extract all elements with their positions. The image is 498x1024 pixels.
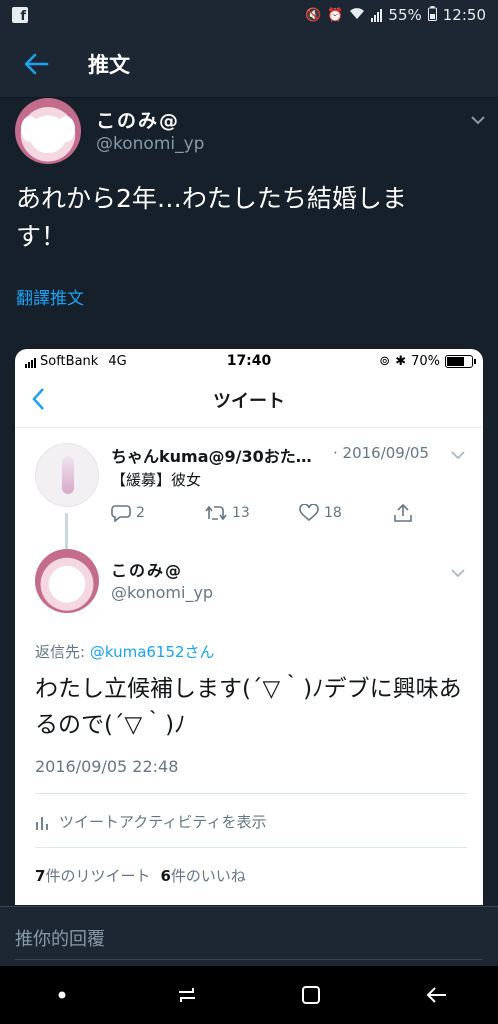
home-icon bbox=[302, 986, 321, 1004]
bluetooth-icon: ✱ bbox=[395, 353, 407, 369]
system-back-button[interactable] bbox=[406, 966, 466, 1024]
embedded-battery-percent: 70% bbox=[411, 353, 440, 369]
thread-line bbox=[65, 513, 68, 549]
dot-icon bbox=[58, 991, 66, 999]
like-button[interactable]: 18 bbox=[299, 503, 393, 523]
battery-percent: 55% bbox=[388, 6, 422, 24]
recent-apps-icon bbox=[178, 988, 195, 1002]
reply-composer: 推你的回覆 bbox=[0, 906, 498, 966]
author-name[interactable]: このみ@ bbox=[96, 106, 180, 133]
retweets-stat[interactable]: 7件のリツイート bbox=[35, 865, 150, 886]
battery-icon bbox=[445, 354, 476, 368]
reply-button[interactable]: 2 bbox=[111, 503, 205, 523]
likes-count: 6 bbox=[160, 867, 171, 885]
retweet-button[interactable]: 13 bbox=[205, 503, 299, 523]
retweets-label: 件のリツイート bbox=[45, 867, 151, 885]
tweet-menu-button[interactable] bbox=[470, 110, 486, 129]
avatar[interactable] bbox=[35, 443, 99, 507]
share-button[interactable] bbox=[393, 503, 483, 523]
avatar[interactable] bbox=[15, 98, 81, 164]
clock: 12:50 bbox=[442, 6, 486, 24]
facebook-icon: f bbox=[12, 7, 28, 23]
embedded-nav-bar: ツイート bbox=[15, 373, 483, 428]
signal-icon bbox=[25, 355, 36, 368]
status-bar: f 🔇 ⏰ 55% 12:50 bbox=[0, 0, 498, 30]
author-name: ちゃんkuma@9/30おた… bbox=[111, 447, 312, 466]
divider bbox=[15, 959, 483, 960]
bar-chart-icon bbox=[36, 816, 48, 830]
reply-to-line: 返信先: @kuma6152さん bbox=[35, 641, 215, 662]
nav-dot-button[interactable] bbox=[32, 966, 92, 1024]
chevron-down-icon bbox=[451, 451, 465, 460]
wifi-icon bbox=[349, 7, 365, 24]
retweets-count: 7 bbox=[35, 867, 46, 885]
tweet-text: 【緩募】彼女 bbox=[111, 471, 202, 489]
tweet-actions: 2 13 18 bbox=[111, 503, 483, 523]
tweet-menu-button[interactable] bbox=[451, 445, 465, 464]
heart-icon bbox=[299, 504, 319, 522]
avatar[interactable] bbox=[35, 549, 99, 613]
signal-icon bbox=[371, 8, 383, 22]
embedded-back-button[interactable] bbox=[31, 387, 45, 415]
translate-tweet-link[interactable]: 翻譯推文 bbox=[16, 284, 84, 309]
chevron-left-icon bbox=[32, 388, 44, 410]
tweet-image[interactable]: SoftBank 4G 17:40 ⊚ ✱ 70% ツイート ちゃんkuma@9… bbox=[15, 349, 483, 905]
tweet-text: あれから2年…わたしたち結婚します！ bbox=[16, 184, 407, 251]
retweet-icon bbox=[205, 505, 227, 521]
battery-icon bbox=[427, 5, 437, 25]
back-arrow-icon bbox=[24, 53, 49, 74]
reply-icon bbox=[111, 505, 131, 522]
back-icon bbox=[426, 987, 446, 1003]
author-handle[interactable]: @konomi_yp bbox=[111, 583, 213, 602]
likes-stat[interactable]: 6件のいいね bbox=[160, 865, 245, 886]
divider bbox=[35, 847, 467, 848]
chevron-down-icon bbox=[451, 569, 465, 578]
carrier-name: SoftBank bbox=[40, 353, 99, 369]
tweet-date: · 2016/09/05 bbox=[333, 444, 429, 462]
share-icon bbox=[394, 503, 412, 522]
divider bbox=[35, 793, 467, 794]
retweet-count: 13 bbox=[232, 505, 250, 521]
alarm-icon: ⏰ bbox=[327, 7, 344, 23]
tweet-activity-link[interactable]: ツイートアクティビティを表示 bbox=[35, 811, 266, 832]
reply-to-label: 返信先: bbox=[35, 643, 86, 661]
embedded-status-bar: SoftBank 4G 17:40 ⊚ ✱ 70% bbox=[15, 349, 483, 373]
home-button[interactable] bbox=[281, 966, 341, 1024]
tweet-timestamp: 2016/09/05 22:48 bbox=[35, 757, 179, 776]
embedded-title: ツイート bbox=[213, 391, 285, 412]
activity-label: ツイートアクティビティを表示 bbox=[59, 813, 267, 831]
tweet-text: わたし立候補します(´▽｀)ﾉデブに興味あるので(´▽｀)ﾉ bbox=[35, 676, 462, 738]
app-header: 推文 bbox=[0, 30, 498, 98]
reply-count: 2 bbox=[136, 505, 145, 521]
network-type: 4G bbox=[108, 353, 127, 369]
tweet-stats: 7件のリツイート 6件のいいね bbox=[35, 865, 246, 886]
system-nav-bar bbox=[0, 966, 498, 1024]
reply-to-user-link[interactable]: @kuma6152さん bbox=[90, 643, 215, 661]
author-handle[interactable]: @konomi_yp bbox=[96, 134, 204, 154]
chevron-down-icon bbox=[471, 116, 485, 125]
reply-input[interactable]: 推你的回覆 bbox=[15, 925, 105, 951]
author-name[interactable]: このみ@ bbox=[111, 557, 183, 581]
back-button[interactable] bbox=[0, 30, 72, 98]
likes-label: 件のいいね bbox=[170, 867, 246, 885]
page-title: 推文 bbox=[88, 52, 130, 77]
mute-icon: 🔇 bbox=[305, 7, 322, 23]
like-count: 18 bbox=[324, 505, 342, 521]
status-indicators: 🔇 ⏰ 55% 12:50 bbox=[305, 5, 486, 25]
recent-apps-button[interactable] bbox=[157, 966, 217, 1024]
rotation-lock-icon: ⊚ bbox=[379, 353, 391, 369]
embedded-status-indicators: ⊚ ✱ 70% bbox=[379, 353, 476, 369]
tweet-menu-button[interactable] bbox=[451, 563, 465, 582]
parent-tweet[interactable]: ちゃんkuma@9/30おた… · 2016/09/05 【緩募】彼女 2 13… bbox=[15, 429, 483, 549]
